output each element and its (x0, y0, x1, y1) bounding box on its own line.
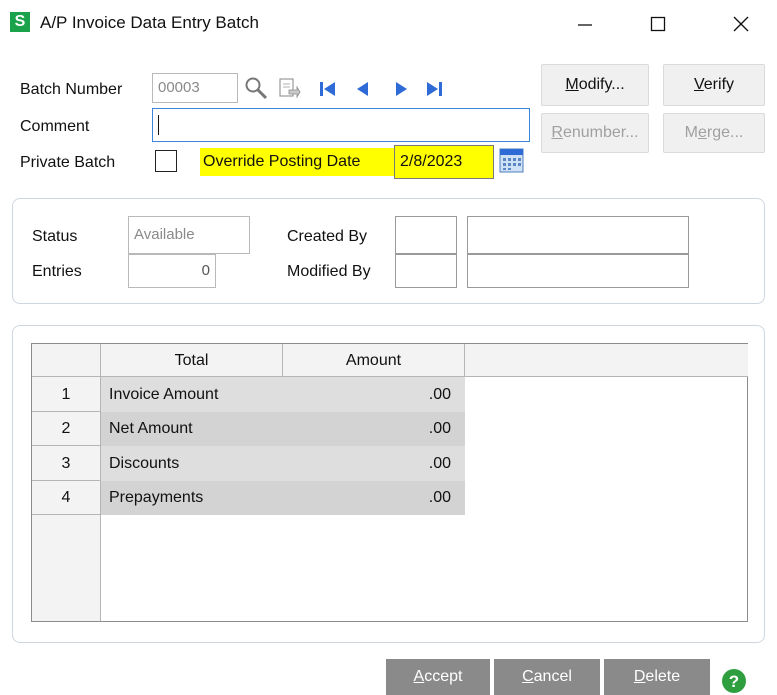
batch-number-field[interactable]: 00003 (152, 73, 238, 103)
comment-label: Comment (20, 118, 90, 135)
grid-row-label[interactable]: Prepayments (101, 481, 283, 515)
grid-row-number[interactable]: 4 (32, 481, 101, 515)
grid-row-gutter (32, 515, 101, 621)
merge-button[interactable]: Merge... (663, 113, 765, 153)
window-title: A/P Invoice Data Entry Batch (40, 13, 259, 32)
entries-field: 0 (128, 254, 216, 288)
status-label: Status (32, 228, 78, 245)
cancel-label: Cancel (522, 668, 572, 685)
close-icon (733, 16, 749, 32)
grid-row-value[interactable]: .00 (283, 412, 465, 446)
text-cursor (158, 115, 159, 135)
created-by-label: Created By (287, 228, 368, 245)
grid-row-number[interactable]: 1 (32, 377, 101, 412)
private-batch-checkbox[interactable] (155, 150, 177, 172)
verify-button[interactable]: Verify (663, 64, 765, 106)
grid-corner-header (32, 344, 101, 377)
private-batch-label: Private Batch (20, 154, 116, 171)
minimize-button[interactable] (560, 6, 610, 42)
grid-row-value[interactable]: .00 (283, 377, 465, 412)
merge-label: Merge... (684, 124, 744, 141)
renumber-button[interactable]: Renumber... (541, 113, 649, 153)
app-logo-icon: S (10, 12, 30, 32)
grid-row-label[interactable]: Net Amount (101, 412, 283, 446)
modified-by-date-field (467, 254, 689, 288)
close-button[interactable] (716, 6, 766, 42)
grid-row-label[interactable]: Invoice Amount (101, 377, 283, 412)
delete-button[interactable]: Delete (604, 659, 710, 695)
help-icon[interactable]: ? (721, 668, 747, 694)
next-batch-icon[interactable] (277, 76, 301, 100)
created-by-date-field (467, 216, 689, 254)
entries-label: Entries (32, 263, 82, 280)
maximize-button[interactable] (633, 6, 683, 42)
grid-header-total[interactable]: Total (101, 344, 283, 377)
grid-row-label[interactable]: Discounts (101, 446, 283, 481)
last-record-icon[interactable] (424, 80, 444, 98)
svg-text:?: ? (729, 672, 739, 691)
override-posting-date-label: Override Posting Date (203, 153, 361, 170)
previous-record-icon[interactable] (355, 80, 371, 98)
status-field: Available (128, 216, 250, 254)
first-record-icon[interactable] (318, 80, 338, 98)
grid-row-value[interactable]: .00 (283, 481, 465, 515)
maximize-icon (650, 16, 666, 32)
modified-by-user-field (395, 254, 457, 288)
modify-button[interactable]: Modify... (541, 64, 649, 106)
grid-row-number[interactable]: 3 (32, 446, 101, 481)
totals-grid[interactable]: Total Amount 1 Invoice Amount .00 2 Net … (31, 343, 748, 622)
grid-row-value[interactable]: .00 (283, 446, 465, 481)
override-posting-date-input[interactable]: 2/8/2023 (394, 145, 494, 179)
verify-label: Verify (693, 76, 735, 93)
minimize-icon (578, 24, 592, 26)
grid-row-number[interactable]: 2 (32, 412, 101, 446)
accept-button[interactable]: Accept (386, 659, 490, 695)
grid-header-amount[interactable]: Amount (283, 344, 465, 377)
next-record-icon[interactable] (393, 80, 409, 98)
created-by-user-field (395, 216, 457, 254)
search-icon[interactable] (243, 75, 269, 101)
grid-header-filler (465, 344, 748, 377)
modify-label: Modify... (565, 76, 625, 93)
accept-label: Accept (413, 668, 463, 685)
modified-by-label: Modified By (287, 263, 371, 280)
renumber-label: Renumber... (551, 124, 639, 141)
comment-input[interactable] (152, 108, 530, 142)
calendar-icon[interactable] (499, 148, 524, 173)
cancel-button[interactable]: Cancel (494, 659, 600, 695)
batch-number-label: Batch Number (20, 81, 123, 98)
delete-label: Delete (633, 668, 681, 685)
